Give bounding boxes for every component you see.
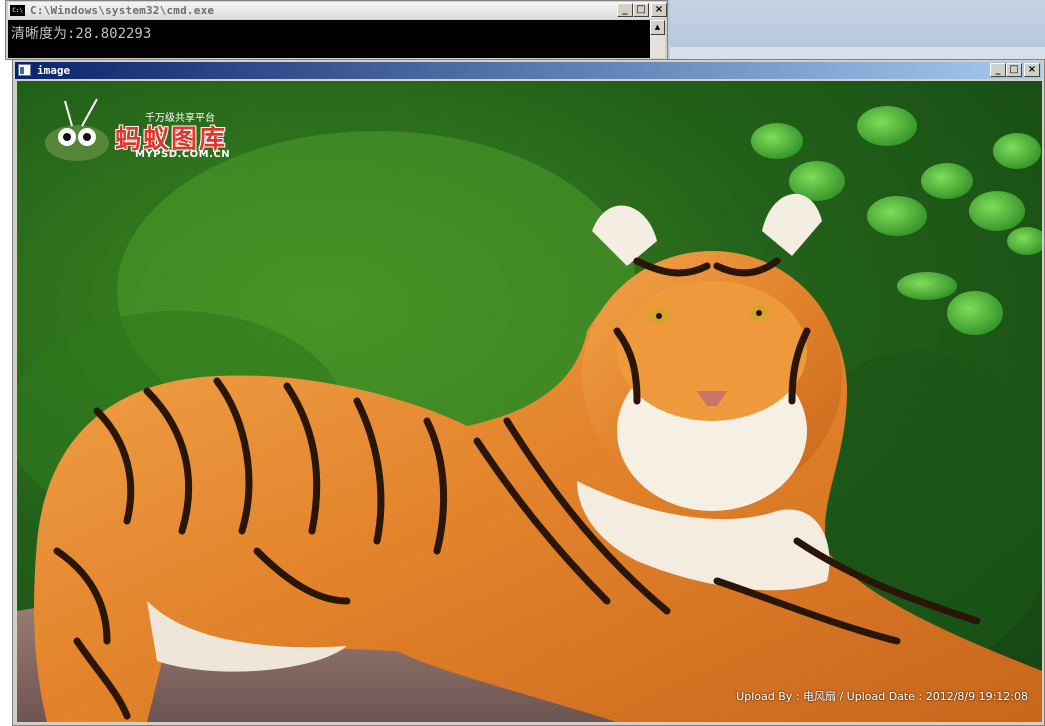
scroll-up-arrow-icon[interactable]: ▲ [650,20,665,35]
image-titlebar[interactable]: image _ □ × [15,62,1042,79]
console-output[interactable]: 清晰度为:28.802293 [8,20,650,58]
console-line: 清晰度为:28.802293 [11,26,152,42]
console-app-icon: C:\ [10,5,25,16]
maximize-button[interactable]: □ [633,3,649,17]
maximize-button[interactable]: □ [1006,63,1022,77]
desktop-background-right [670,0,1045,62]
ant-mascot-icon [45,98,109,161]
close-button[interactable]: × [651,3,667,17]
image-window[interactable]: image _ □ × 千万级共享平台 蚂蚁图库 MYPSD.COM.CN Up… [12,59,1045,726]
tiger-photo: 千万级共享平台 蚂蚁图库 MYPSD.COM.CN Upload By : 电风… [17,81,1042,722]
logo-domain: MYPSD.COM.CN [135,149,231,160]
upload-caption: Upload By : 电风扇 / Upload Date : 2012/8/9… [736,690,1028,703]
cmd-titlebar[interactable]: C:\ C:\Windows\system32\cmd.exe _ □ × [8,2,667,19]
minimize-button[interactable]: _ [617,3,633,17]
image-app-icon [18,64,31,76]
tiger-illustration [17,98,1042,722]
image-window-title: image [37,64,71,77]
cmd-window[interactable]: C:\ C:\Windows\system32\cmd.exe _ □ × 清晰… [5,0,668,60]
minimize-button[interactable]: _ [990,63,1006,77]
close-button[interactable]: × [1024,63,1040,77]
console-scrollbar[interactable]: ▲ [650,20,665,58]
cmd-window-title: C:\Windows\system32\cmd.exe [30,4,215,17]
